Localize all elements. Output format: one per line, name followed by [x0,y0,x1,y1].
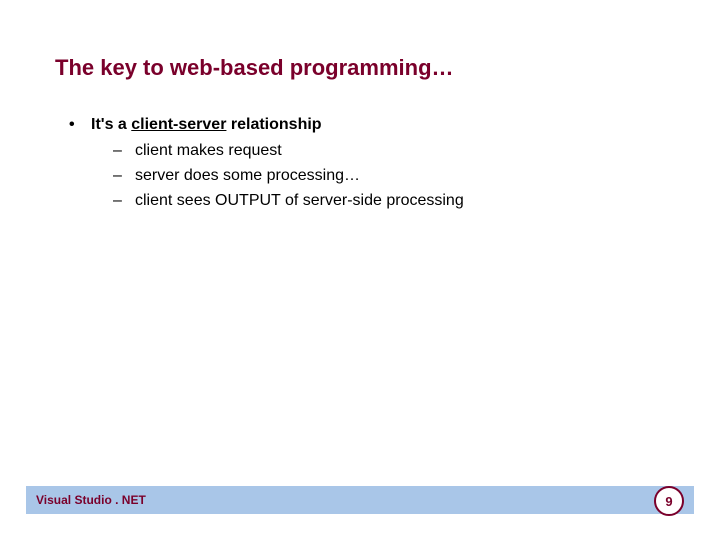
sub-item: server does some processing… [113,164,665,189]
bullet-item: It's a client-server relationship client… [69,113,665,213]
sub-item: client makes request [113,139,665,164]
slide-title: The key to web-based programming… [55,55,665,81]
footer-bar: Visual Studio . NET [26,486,694,514]
bullet-suffix: relationship [226,116,321,133]
slide: The key to web-based programming… It's a… [0,0,720,540]
sub-list: client makes request server does some pr… [91,139,665,213]
page-number: 9 [665,494,672,509]
page-number-badge: 9 [654,486,684,516]
footer-text: Visual Studio . NET [36,493,146,507]
bullet-underlined: client-server [131,116,226,133]
sub-item: client sees OUTPUT of server-side proces… [113,189,665,214]
bullet-list: It's a client-server relationship client… [55,113,665,213]
bullet-prefix: It's a [91,116,131,133]
